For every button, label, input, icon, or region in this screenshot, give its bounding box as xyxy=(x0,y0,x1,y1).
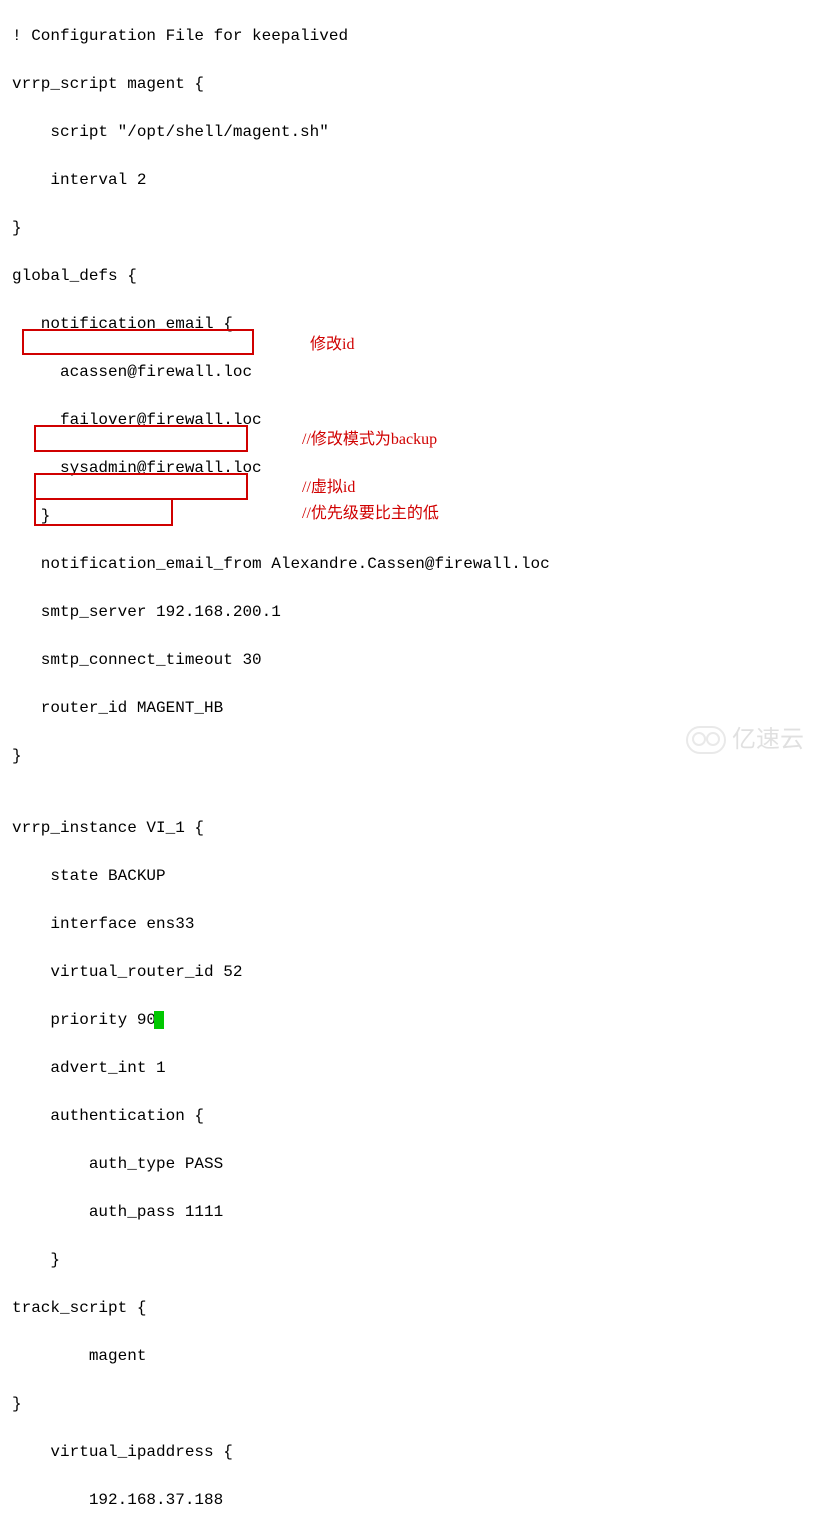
code-line: router_id MAGENT_HB xyxy=(12,696,820,720)
code-line: auth_pass 1111 xyxy=(12,1200,820,1224)
annotation-modify-id: 修改id xyxy=(310,333,354,357)
code-line: priority 90 xyxy=(12,1008,820,1032)
code-line: state BACKUP xyxy=(12,864,820,888)
code-line: notification_email_from Alexandre.Cassen… xyxy=(12,552,820,576)
code-line: track_script { xyxy=(12,1296,820,1320)
config-code-block: ! Configuration File for keepalived vrrp… xyxy=(0,0,820,1524)
cursor-block xyxy=(154,1011,164,1029)
code-line: auth_type PASS xyxy=(12,1152,820,1176)
code-line: magent xyxy=(12,1344,820,1368)
watermark-cloud-icon xyxy=(686,726,726,754)
code-line: authentication { xyxy=(12,1104,820,1128)
code-line: smtp_connect_timeout 30 xyxy=(12,648,820,672)
code-line: global_defs { xyxy=(12,264,820,288)
annotation-priority-lower: //优先级要比主的低 xyxy=(302,502,439,526)
code-line: advert_int 1 xyxy=(12,1056,820,1080)
code-line: 192.168.37.188 xyxy=(12,1488,820,1512)
code-line: sysadmin@firewall.loc xyxy=(12,456,820,480)
code-line: script "/opt/shell/magent.sh" xyxy=(12,120,820,144)
code-line: acassen@firewall.loc xyxy=(12,360,820,384)
code-line: interface ens33 xyxy=(12,912,820,936)
code-line: virtual_ipaddress { xyxy=(12,1440,820,1464)
code-line: smtp_server 192.168.200.1 xyxy=(12,600,820,624)
annotation-mode-backup: //修改模式为backup xyxy=(302,428,437,452)
code-line: } xyxy=(12,1248,820,1272)
code-text: priority 90 xyxy=(12,1011,156,1029)
code-line: } xyxy=(12,216,820,240)
code-line: vrrp_script magent { xyxy=(12,72,820,96)
code-line: interval 2 xyxy=(12,168,820,192)
code-line: notification_email { xyxy=(12,312,820,336)
code-line: } xyxy=(12,1392,820,1416)
watermark-text: 亿速云 xyxy=(732,728,804,752)
code-line: virtual_router_id 52 xyxy=(12,960,820,984)
code-line: vrrp_instance VI_1 { xyxy=(12,816,820,840)
annotation-virtual-id: //虚拟id xyxy=(302,476,355,500)
watermark: 亿速云 xyxy=(686,726,804,754)
code-line: ! Configuration File for keepalived xyxy=(12,24,820,48)
